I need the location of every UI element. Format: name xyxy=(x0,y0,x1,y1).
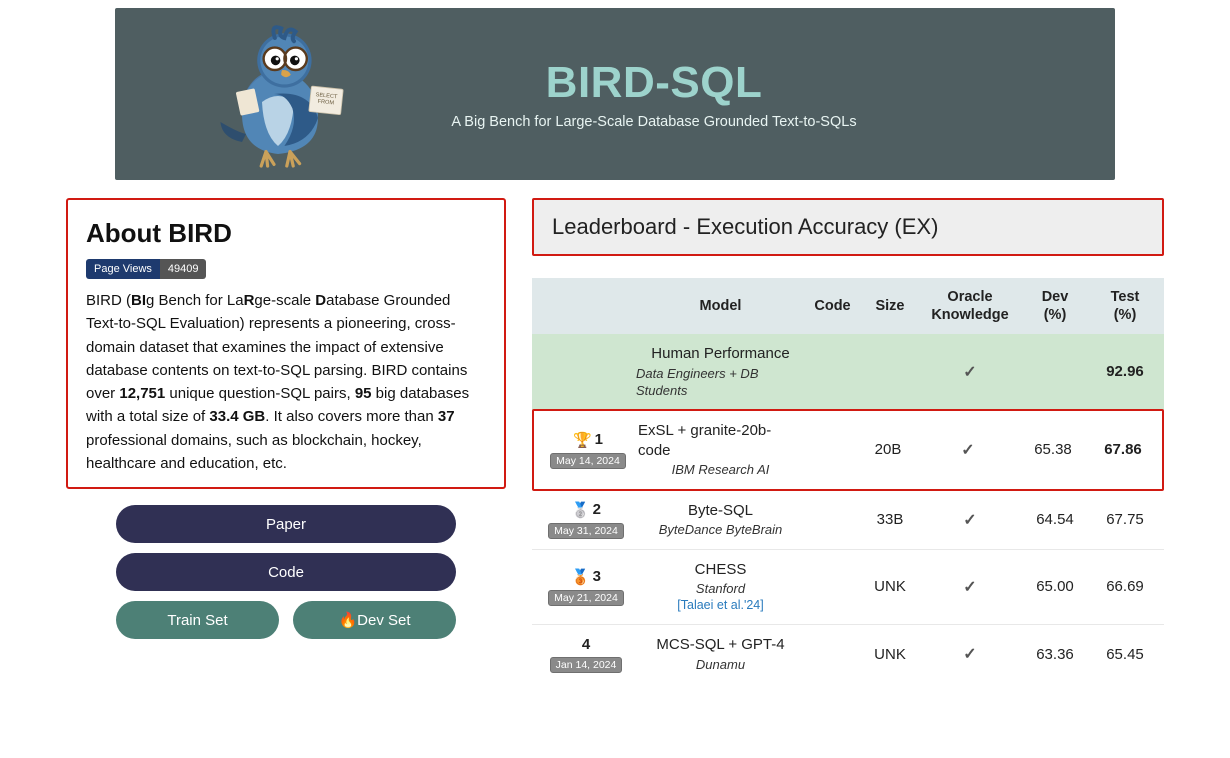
about-heading: About BIRD xyxy=(86,218,486,249)
site-subtitle: A Big Bench for Large-Scale Database Gro… xyxy=(363,114,945,130)
rank-number: 4 xyxy=(582,636,590,653)
human-sub: Data Engineers + DB Students xyxy=(636,365,805,400)
train-set-button[interactable]: Train Set xyxy=(116,601,279,639)
dev-score: 64.54 xyxy=(1020,511,1090,528)
leaderboard-row: 4 Jan 14, 2024 MCS-SQL + GPT-4Dunamu UNK✓63… xyxy=(532,625,1164,683)
col-test: Test (%) xyxy=(1090,288,1160,324)
check-icon: ✓ xyxy=(920,644,1020,664)
check-icon: ✓ xyxy=(920,362,1020,382)
human-test: 92.96 xyxy=(1090,363,1160,380)
test-score: 67.75 xyxy=(1090,511,1160,528)
leaderboard-row: 🥈2 May 31, 2024 Byte-SQLByteDance ByteBrai… xyxy=(532,491,1164,550)
size-cell: 33B xyxy=(860,511,920,528)
medal-icon: 🏆 xyxy=(573,431,592,449)
about-card: About BIRD Page Views 49409 BIRD (BIg Be… xyxy=(66,198,506,489)
medal-icon: 🥈 xyxy=(571,501,590,519)
dev-score: 65.38 xyxy=(1018,441,1088,458)
fire-icon: 🔥 xyxy=(338,611,357,629)
test-score: 67.86 xyxy=(1088,441,1158,458)
bird-icon: SELECT FROM xyxy=(198,14,358,174)
page-views-badge: Page Views 49409 xyxy=(86,259,206,279)
leaderboard-table: Model Code Size Oracle Knowledge Dev (%)… xyxy=(532,278,1164,683)
train-set-label: Train Set xyxy=(167,612,227,629)
rank-cell: 🥈2 May 31, 2024 xyxy=(536,501,636,539)
human-performance-row: Human Performance Data Engineers + DB St… xyxy=(532,334,1164,409)
rank-cell: 🥉3 May 21, 2024 xyxy=(536,568,636,606)
leaderboard-header: Model Code Size Oracle Knowledge Dev (%)… xyxy=(532,278,1164,334)
leaderboard-title: Leaderboard - Execution Accuracy (EX) xyxy=(532,198,1164,256)
col-model: Model xyxy=(636,297,805,315)
dev-set-button[interactable]: 🔥 Dev Set xyxy=(293,601,456,639)
human-name: Human Performance xyxy=(651,344,789,364)
model-name: CHESS xyxy=(695,560,747,580)
col-code: Code xyxy=(805,297,860,315)
badge-label: Page Views xyxy=(86,259,160,279)
medal-icon: 🥉 xyxy=(571,568,590,586)
about-description: BIRD (BIg Bench for LaRge-scale Database… xyxy=(86,289,486,475)
check-icon: ✓ xyxy=(920,577,1020,597)
col-size: Size xyxy=(860,297,920,315)
model-cell: CHESSStanford[Talaei et al.'24] xyxy=(636,560,805,615)
check-icon: ✓ xyxy=(920,510,1020,530)
paper-button[interactable]: Paper xyxy=(116,505,456,543)
model-affiliation: IBM Research AI xyxy=(672,461,770,479)
test-score: 65.45 xyxy=(1090,646,1160,663)
size-cell: UNK xyxy=(860,646,920,663)
leaderboard-row: 🏆1 May 14, 2024 ExSL + granite-20b-codeIBM… xyxy=(532,409,1164,491)
dev-score: 65.00 xyxy=(1020,578,1090,595)
check-icon: ✓ xyxy=(918,440,1018,460)
rank-number: 🏆1 xyxy=(573,431,603,449)
hero-banner: SELECT FROM BIRD-SQL A Big Bench for Lar… xyxy=(115,8,1115,180)
rank-number: 🥉3 xyxy=(571,568,601,586)
size-cell: 20B xyxy=(858,441,918,458)
rank-cell: 4 Jan 14, 2024 xyxy=(536,636,636,673)
model-cell: Byte-SQLByteDance ByteBrain xyxy=(636,501,805,539)
code-button-label: Code xyxy=(268,564,304,581)
paper-button-label: Paper xyxy=(266,516,306,533)
col-oracle: Oracle Knowledge xyxy=(920,288,1020,324)
test-score: 66.69 xyxy=(1090,578,1160,595)
rank-cell: 🏆1 May 14, 2024 xyxy=(538,431,638,469)
dev-score: 63.36 xyxy=(1020,646,1090,663)
model-affiliation: ByteDance ByteBrain xyxy=(659,521,783,539)
model-cell: MCS-SQL + GPT-4Dunamu xyxy=(636,635,805,673)
model-cell: ExSL + granite-20b-codeIBM Research AI xyxy=(638,421,803,479)
col-dev: Dev (%) xyxy=(1020,288,1090,324)
site-title: BIRD-SQL xyxy=(363,58,945,108)
code-button[interactable]: Code xyxy=(116,553,456,591)
size-cell: UNK xyxy=(860,578,920,595)
rank-date: Jan 14, 2024 xyxy=(550,657,623,673)
badge-value: 49409 xyxy=(160,259,207,279)
rank-number: 🥈2 xyxy=(571,501,601,519)
model-affiliation: Stanford xyxy=(696,580,745,598)
dev-set-label: Dev Set xyxy=(357,612,410,629)
rank-date: May 31, 2024 xyxy=(548,523,624,539)
model-name: Byte-SQL xyxy=(688,501,753,521)
model-name: MCS-SQL + GPT-4 xyxy=(656,635,784,655)
rank-date: May 14, 2024 xyxy=(550,453,626,469)
model-affiliation: Dunamu xyxy=(696,656,745,674)
bird-logo: SELECT FROM xyxy=(193,14,363,174)
model-citation-link[interactable]: [Talaei et al.'24] xyxy=(677,597,763,614)
leaderboard-row: 🥉3 May 21, 2024 CHESSStanford[Talaei et al… xyxy=(532,550,1164,626)
model-name: ExSL + granite-20b-code xyxy=(638,421,803,462)
rank-date: May 21, 2024 xyxy=(548,590,624,606)
